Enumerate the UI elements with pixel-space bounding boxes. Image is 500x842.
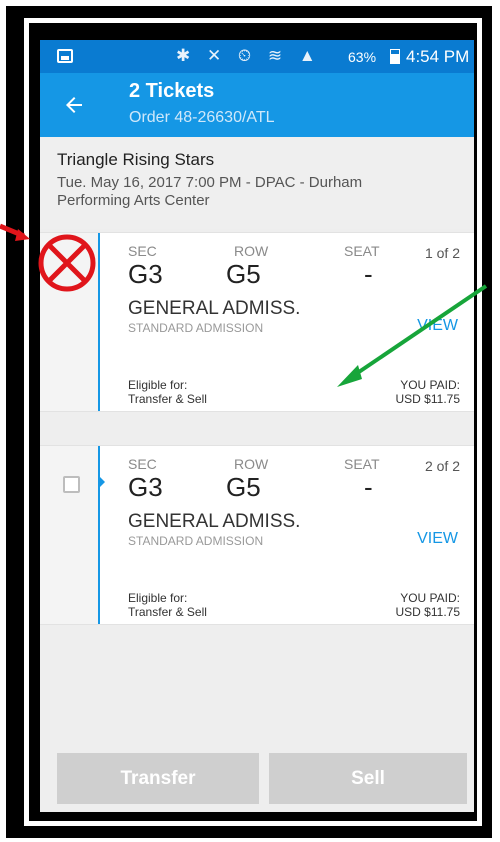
battery-icon: [390, 49, 400, 64]
sell-button[interactable]: Sell: [269, 753, 467, 804]
status-time: 4:54 PM: [406, 47, 470, 66]
page-title: 2 Tickets: [129, 80, 215, 102]
ticket-divider: [98, 446, 100, 624]
eligible-value: Transfer & Sell: [128, 392, 207, 406]
transfer-button[interactable]: Transfer: [57, 753, 259, 804]
row-label: ROW: [234, 243, 269, 259]
row-label: ROW: [234, 456, 269, 472]
selection-notch: [100, 477, 105, 487]
ticket-card[interactable]: SEC ROW SEAT 2 of 2 G3 G5 - GENERAL ADMI…: [40, 445, 474, 625]
admission-type: GENERAL ADMISS.: [128, 511, 301, 532]
paid-label: YOU PAID:: [400, 378, 460, 392]
paid-value: USD $11.75: [395, 392, 460, 406]
seat-label: SEAT: [344, 456, 380, 472]
row-value: G5: [226, 472, 261, 502]
price-paid: YOU PAID: USD $11.75: [396, 591, 460, 619]
gallery-icon: [57, 49, 73, 63]
ticket-checkbox[interactable]: [63, 476, 80, 493]
ticket-count: 2 of 2: [424, 458, 460, 474]
sec-value: G3: [128, 259, 163, 289]
checkbox-column: [40, 233, 98, 411]
event-details: Tue. May 16, 2017 7:00 PM - DPAC - Durha…: [57, 174, 363, 209]
eligible-label: Eligible for:: [128, 378, 188, 392]
status-bar: ✱ ✕ ⏲ ≋ ▲ 63% 4:54 PM: [40, 40, 474, 73]
sec-label: SEC: [128, 243, 157, 259]
ticket-divider: [98, 233, 100, 411]
seat-label: SEAT: [344, 243, 380, 259]
ticket-card[interactable]: SEC ROW SEAT 1 of 2 G3 G5 - GENERAL ADMI…: [40, 232, 474, 412]
order-number: Order 48-26630/ATL: [129, 109, 275, 126]
paid-value: USD $11.75: [395, 605, 460, 619]
eligibility-text: Eligible for: Transfer & Sell: [128, 378, 207, 406]
sec-value: G3: [128, 472, 163, 502]
eligibility-text: Eligible for: Transfer & Sell: [128, 591, 207, 619]
phone-screen: ✱ ✕ ⏲ ≋ ▲ 63% 4:54 PM 2 Tickets Order 48…: [40, 40, 474, 812]
admission-type: GENERAL ADMISS.: [128, 298, 301, 319]
admission-subtype: STANDARD ADMISSION: [128, 534, 264, 548]
eligible-value: Transfer & Sell: [128, 605, 207, 619]
row-value: G5: [226, 259, 261, 289]
checkbox-column: [40, 446, 98, 624]
sec-label: SEC: [128, 456, 157, 472]
ticket-count: 1 of 2: [424, 245, 460, 261]
back-arrow-icon[interactable]: [62, 93, 86, 117]
event-info: Triangle Rising Stars Tue. May 16, 2017 …: [40, 137, 474, 229]
status-icons: ✱ ✕ ⏲ ≋ ▲: [176, 46, 322, 65]
seat-value: -: [364, 259, 373, 289]
view-ticket-link[interactable]: VIEW: [417, 317, 458, 335]
battery-percent: 63%: [348, 49, 377, 65]
admission-subtype: STANDARD ADMISSION: [128, 321, 264, 335]
paid-label: YOU PAID:: [400, 591, 460, 605]
eligible-label: Eligible for:: [128, 591, 188, 605]
event-name: Triangle Rising Stars: [57, 150, 215, 169]
seat-value: -: [364, 472, 373, 502]
app-bar: 2 Tickets Order 48-26630/ATL: [40, 73, 474, 137]
view-ticket-link[interactable]: VIEW: [417, 530, 458, 548]
price-paid: YOU PAID: USD $11.75: [396, 378, 460, 406]
